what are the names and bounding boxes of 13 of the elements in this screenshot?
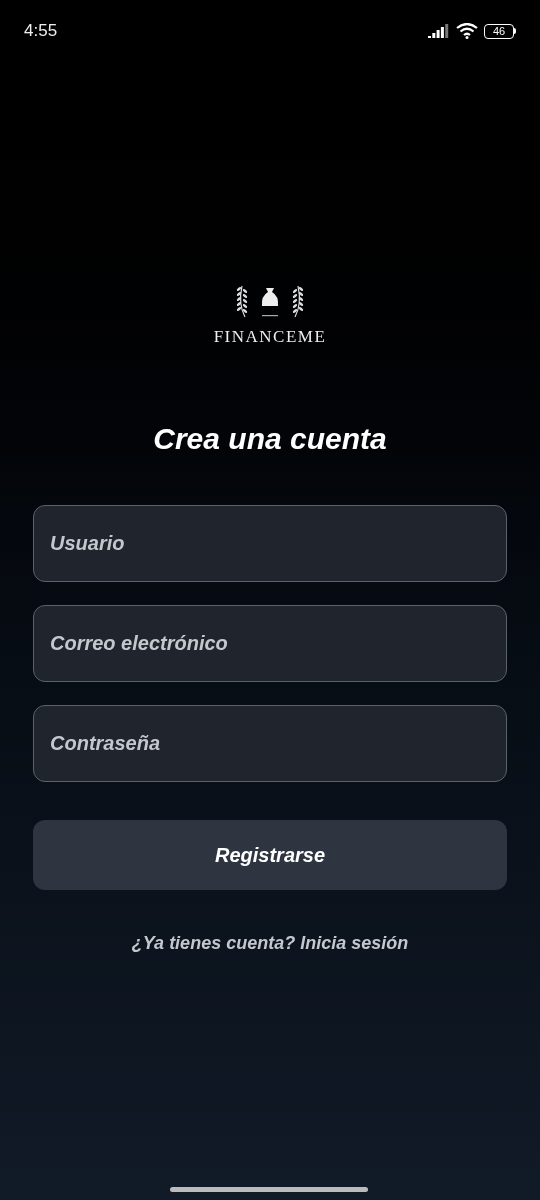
clock-time: 4:55	[24, 20, 58, 43]
register-button[interactable]: Registrarse	[33, 819, 507, 890]
input-field[interactable]: Contraseña	[33, 704, 507, 782]
signal-icon	[428, 24, 450, 38]
input-field[interactable]: Usuario	[33, 504, 507, 582]
login-link[interactable]: ¿Ya tienes cuenta? Inicia sesión	[131, 929, 409, 957]
battery-icon: 46	[484, 23, 516, 39]
page-title: Crea una cuenta	[153, 420, 387, 457]
logo-name: FINANCEME	[213, 326, 327, 348]
laurel-icon	[235, 284, 249, 318]
wifi-icon	[456, 23, 478, 39]
laurel-icon	[291, 284, 305, 318]
input-field[interactable]: Correo electrónico	[33, 604, 507, 682]
